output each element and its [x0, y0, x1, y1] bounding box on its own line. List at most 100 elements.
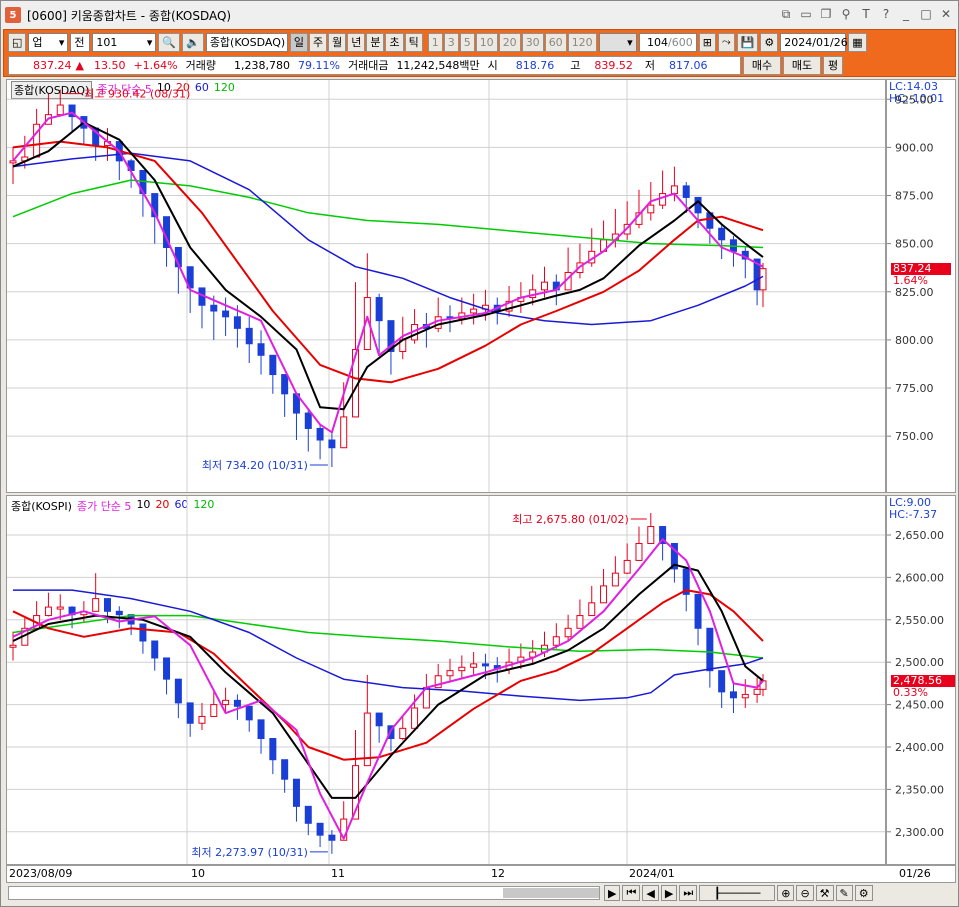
font-icon[interactable]: T — [858, 5, 874, 23]
nav-buttons: ▶ ⏮ ◀ ▶ ⏭ ┠────── ⊕ ⊖ ⚒ ✎ ⚙ — [604, 885, 873, 901]
candle-body — [222, 699, 230, 706]
zoom-in-icon[interactable]: ⊕ — [777, 885, 795, 901]
chevron-down-icon: ▾ — [627, 35, 633, 49]
kospi-plot: 최고 2,675.80 (01/02) 최저 2,273.97 (10/31) — [7, 496, 885, 864]
interval-button[interactable]: 30 — [521, 32, 544, 52]
candle-body — [257, 343, 265, 356]
code-value: 101 — [96, 35, 118, 49]
gear-icon[interactable]: ⚙ — [760, 32, 779, 52]
interval-button[interactable]: 10 — [475, 32, 498, 52]
kosdaq-last-price: 837.24 — [891, 262, 951, 275]
first-icon[interactable]: ⏮ — [622, 885, 641, 901]
interval-button[interactable]: 3 — [443, 32, 459, 52]
interval-button[interactable]: 120 — [567, 32, 597, 52]
tick-label: 875.00 — [895, 190, 934, 203]
sell-button[interactable]: 매도 — [783, 55, 821, 75]
candle-body — [233, 316, 241, 329]
candle-body — [718, 670, 726, 693]
code-input[interactable]: 101 ▾ — [92, 32, 157, 52]
candle-body — [470, 663, 478, 668]
add-series-icon[interactable]: ⊞ — [698, 32, 716, 52]
ma5-line — [12, 111, 764, 434]
prev-toggle[interactable]: 전 — [70, 32, 91, 52]
candle-body — [670, 185, 678, 195]
change-pct: +1.64% — [133, 58, 178, 72]
period-year-tab[interactable]: 년 — [347, 32, 366, 52]
horizontal-scrollbar[interactable] — [8, 886, 600, 900]
candle-body — [399, 727, 407, 740]
prev-icon[interactable]: ◀ — [642, 885, 659, 901]
kosdaq-price-scale[interactable]: LC:14.03 HC:-10.01 925.00 900.00 875.00 850… — [886, 79, 956, 493]
candle-body — [245, 327, 253, 345]
link-icon[interactable]: ⧉ — [778, 5, 794, 23]
count-input[interactable]: 104/600 — [638, 32, 697, 52]
count-value: 104 — [646, 35, 668, 49]
sound-icon[interactable]: 🔈 — [182, 32, 204, 52]
pin-icon[interactable]: ⚲ — [838, 5, 854, 23]
candle-body — [729, 691, 737, 699]
zoom-slider[interactable]: ┠────── — [699, 885, 776, 901]
candle-body — [115, 610, 123, 616]
kospi-price-scale[interactable]: LC:9.00 HC:-7.37 2,650.00 2,600.00 2,550.0… — [886, 495, 956, 865]
candle-body — [576, 615, 584, 629]
candle-body — [718, 227, 726, 241]
period-tick-tab[interactable]: 틱 — [404, 32, 423, 52]
restore-icon[interactable]: ❐ — [818, 5, 834, 23]
date-input[interactable]: 2024/01/26 — [780, 32, 848, 52]
candle-body — [411, 707, 419, 729]
interval-button[interactable]: 1 — [427, 32, 443, 52]
tool-icon[interactable]: ⚙ — [854, 885, 873, 901]
period-day-tab[interactable]: 일 — [289, 32, 308, 52]
period-week-tab[interactable]: 주 — [308, 32, 328, 52]
open-label: 시 — [487, 59, 498, 72]
period-second-tab[interactable]: 초 — [385, 32, 404, 52]
flat-button[interactable]: 평 — [823, 55, 843, 75]
candle-body — [186, 702, 194, 724]
buy-button[interactable]: 매수 — [743, 55, 781, 75]
help-icon[interactable]: ? — [878, 5, 894, 23]
interval-button[interactable]: 5 — [459, 32, 475, 52]
next-icon[interactable]: ▶ — [660, 885, 678, 901]
screen-icon[interactable]: ▭ — [798, 5, 814, 23]
save-icon[interactable]: 💾 — [736, 32, 759, 52]
candle-body — [304, 412, 312, 429]
tick-label: 850.00 — [895, 238, 934, 251]
tick-label: 2,650.00 — [895, 529, 944, 542]
tool-icon[interactable]: ✎ — [835, 885, 853, 901]
interval-button[interactable]: 20 — [498, 32, 521, 52]
last-icon[interactable]: ⏭ — [679, 885, 698, 901]
tool-icon[interactable]: ⚒ — [815, 885, 834, 901]
chevron-down-icon: ▾ — [146, 35, 153, 49]
market-select[interactable]: 업 ▾ — [28, 32, 69, 52]
candle-body — [611, 572, 619, 587]
candle-body — [56, 606, 64, 610]
period-minute-tab[interactable]: 분 — [366, 32, 385, 52]
period-month-tab[interactable]: 월 — [328, 32, 347, 52]
close-icon[interactable]: ✕ — [938, 5, 954, 23]
market-label: 업 — [32, 36, 43, 49]
tick-label: 2,550.00 — [895, 614, 944, 627]
maximize-icon[interactable]: □ — [918, 5, 934, 23]
chevron-down-icon: ▾ — [58, 35, 65, 49]
kosdaq-chart-pane[interactable]: 종합(KOSDAQ) 종가 단순 5 10 20 60 120 최고 930.4… — [6, 79, 886, 493]
open-value: 818.76 — [515, 58, 555, 72]
interval-dropdown[interactable]: ▾ — [598, 32, 637, 52]
scrollbar-thumb[interactable] — [503, 888, 599, 898]
candle-body — [753, 688, 761, 695]
x-label-dec: 12 — [491, 867, 505, 880]
low-label: 저 — [644, 59, 656, 72]
interval-button[interactable]: 60 — [544, 32, 567, 52]
calendar-icon[interactable]: ▦ — [848, 32, 867, 52]
trend-icon[interactable]: ⤳ — [717, 32, 735, 52]
zoom-out-icon[interactable]: ⊖ — [796, 885, 814, 901]
kospi-chart-pane[interactable]: 종합(KOSPI) 종가 단순 5 10 20 60 120 최고 2,675.… — [6, 495, 886, 865]
candle-body — [222, 310, 230, 318]
candle-body — [741, 693, 749, 699]
layout-icon[interactable]: ◱ — [8, 32, 27, 52]
name-field[interactable]: 종합(KOSDAQ) — [205, 32, 288, 52]
candle-body — [552, 636, 560, 646]
minimize-icon[interactable]: _ — [898, 5, 914, 23]
play-icon[interactable]: ▶ — [604, 885, 621, 901]
toolbar: ◱ 업 ▾ 전 101 ▾ 🔍 🔈 종합(KOSDAQ) 일 주 월 년 분 초 틱… — [3, 29, 956, 77]
search-icon[interactable]: 🔍 — [158, 32, 181, 52]
